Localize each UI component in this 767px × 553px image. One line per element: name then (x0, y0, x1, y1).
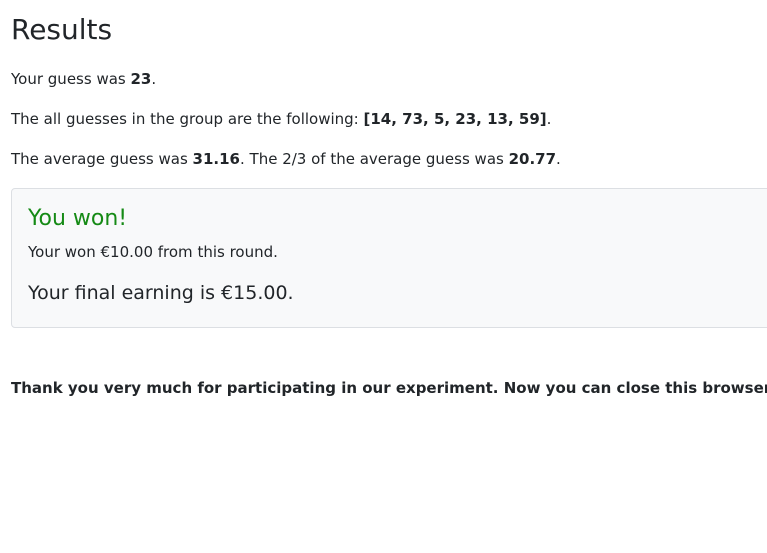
two-thirds-prefix: . The 2/3 of the average guess was (240, 150, 509, 168)
average-guess-prefix: The average guess was (11, 150, 193, 168)
won-title: You won! (28, 206, 128, 231)
page-title: Results (11, 13, 113, 46)
your-guess-line: Your guess was 23. (11, 69, 156, 89)
results-page: Results Your guess was 23. The all guess… (0, 0, 767, 553)
thank-you-message: Thank you very much for participating in… (11, 379, 767, 397)
your-guess-prefix: Your guess was (11, 70, 131, 88)
group-guesses-values: [14, 73, 5, 23, 13, 59] (363, 110, 547, 128)
your-guess-value: 23 (130, 70, 152, 88)
group-guesses-suffix: . (546, 110, 552, 128)
two-thirds-value: 20.77 (508, 150, 557, 168)
average-guess-line: The average guess was 31.16. The 2/3 of … (11, 149, 561, 169)
result-card: You won! Your won €10.00 from this round… (11, 188, 767, 328)
group-guesses-prefix: The all guesses in the group are the fol… (11, 110, 364, 128)
group-guesses-line: The all guesses in the group are the fol… (11, 109, 551, 129)
average-guess-suffix: . (556, 150, 561, 168)
your-guess-suffix: . (151, 70, 157, 88)
round-winnings: Your won €10.00 from this round. (28, 243, 278, 261)
average-guess-value: 31.16 (192, 150, 240, 168)
final-earning: Your final earning is €15.00. (28, 282, 294, 304)
